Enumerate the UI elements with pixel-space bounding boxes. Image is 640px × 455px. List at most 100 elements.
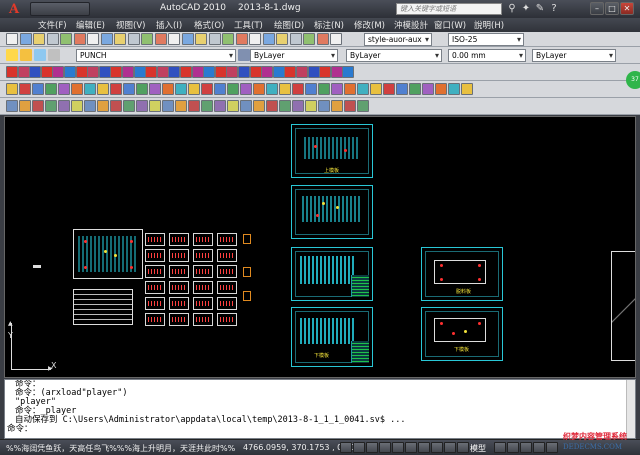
die-tool-24-icon[interactable]: [272, 66, 285, 78]
modify-tool-8-icon[interactable]: [97, 100, 109, 112]
standard-tool-8-icon[interactable]: [100, 33, 113, 45]
standard-tool-1-icon[interactable]: [6, 33, 18, 45]
die-tool-23-icon[interactable]: [261, 66, 274, 78]
modify-tool-16-icon[interactable]: [201, 100, 213, 112]
draw-tool-24-icon[interactable]: [305, 83, 317, 95]
draw-tool-10-icon[interactable]: [123, 83, 135, 95]
command-line[interactable]: 命令： 命令：(arxload"player") "player" 命令：_pl…: [4, 379, 636, 439]
draw-tool-19-icon[interactable]: [240, 83, 252, 95]
part-thumbnail[interactable]: [193, 297, 213, 310]
menu-window[interactable]: 窗口(W): [434, 19, 466, 31]
draw-tool-33-icon[interactable]: [422, 83, 434, 95]
part-thumbnail[interactable]: [169, 233, 189, 246]
die-tool-22-icon[interactable]: [249, 66, 262, 78]
text-style-dropdown[interactable]: style-auor-aux: [364, 33, 432, 46]
help-search-input[interactable]: 键入关键字或短语: [396, 3, 502, 15]
part-thumbnail[interactable]: [145, 313, 165, 326]
layer-manager-icon[interactable]: [6, 49, 18, 61]
part-thumbnail[interactable]: [169, 313, 189, 326]
standard-tool-21-icon[interactable]: [276, 33, 288, 45]
part-thumbnail[interactable]: [193, 249, 213, 262]
die-tool-20-icon[interactable]: [226, 66, 239, 78]
modify-tool-23-icon[interactable]: [292, 100, 304, 112]
dim-style-dropdown[interactable]: ISO-25: [448, 33, 524, 46]
draw-tool-4-icon[interactable]: [45, 83, 57, 95]
menu-edit[interactable]: 编辑(E): [76, 19, 105, 31]
part-thumbnail[interactable]: [217, 281, 237, 294]
die-tool-16-icon[interactable]: [180, 66, 192, 78]
lineweight-dropdown[interactable]: 0.00 mm: [448, 49, 526, 62]
die-tool-27-icon[interactable]: [307, 66, 320, 78]
menu-format[interactable]: 格式(O): [194, 19, 224, 31]
lock-icon[interactable]: [48, 49, 60, 61]
draw-tool-27-icon[interactable]: [344, 83, 356, 95]
part-thumbnail[interactable]: [193, 313, 213, 326]
lightbulb-icon[interactable]: [20, 49, 32, 61]
die-tool-15-icon[interactable]: [168, 66, 181, 78]
quick-access-toolbar[interactable]: [30, 2, 90, 16]
modify-tool-12-icon[interactable]: [149, 100, 161, 112]
die-tool-1-icon[interactable]: [6, 66, 18, 78]
viewport-tool-button[interactable]: [507, 442, 519, 453]
modify-tool-21-icon[interactable]: [266, 100, 278, 112]
modify-tool-20-icon[interactable]: [253, 100, 265, 112]
die-tool-25-icon[interactable]: [284, 66, 297, 78]
part-thumbnail[interactable]: [217, 249, 237, 262]
modify-tool-15-icon[interactable]: [188, 100, 200, 112]
drafting-toggle-button[interactable]: [444, 442, 456, 453]
standard-tool-6-icon[interactable]: [73, 33, 86, 45]
draw-tool-35-icon[interactable]: [448, 83, 460, 95]
viewport-tool-button[interactable]: [520, 442, 532, 453]
draw-tool-8-icon[interactable]: [97, 83, 109, 95]
die-tool-9-icon[interactable]: [98, 66, 111, 78]
part-thumbnail[interactable]: [193, 281, 213, 294]
modify-tool-4-icon[interactable]: [45, 100, 57, 112]
close-button[interactable]: ✕: [620, 2, 634, 15]
binoculars-icon[interactable]: ⚲: [506, 3, 518, 15]
die-tool-29-icon[interactable]: [330, 66, 343, 78]
draw-tool-30-icon[interactable]: [383, 83, 395, 95]
die-tool-17-icon[interactable]: [191, 66, 204, 78]
drawing-canvas[interactable]: 上模板 下模板 脱料板 下模板 Y X ▲ ▶: [4, 116, 636, 378]
plotstyle-dropdown[interactable]: ByLayer: [532, 49, 616, 62]
menu-help[interactable]: 說明(H): [474, 19, 504, 31]
modify-tool-28-icon[interactable]: [357, 100, 369, 112]
draw-tool-23-icon[interactable]: [292, 83, 304, 95]
part-thumbnail[interactable]: [145, 233, 165, 246]
standard-tool-3-icon[interactable]: [33, 33, 45, 45]
die-tool-21-icon[interactable]: [238, 66, 250, 78]
standard-tool-16-icon[interactable]: [208, 33, 221, 45]
die-tool-18-icon[interactable]: [203, 66, 216, 78]
modify-tool-5-icon[interactable]: [58, 100, 70, 112]
modify-tool-2-icon[interactable]: [19, 100, 31, 112]
maximize-button[interactable]: □: [605, 2, 619, 15]
standard-tool-23-icon[interactable]: [303, 33, 315, 45]
modify-tool-1-icon[interactable]: [6, 100, 18, 112]
die-tool-2-icon[interactable]: [17, 66, 30, 78]
menu-file[interactable]: 文件(F): [38, 19, 67, 31]
star-icon[interactable]: ✦: [520, 3, 532, 15]
part-thumbnail[interactable]: [145, 281, 165, 294]
draw-tool-7-icon[interactable]: [84, 83, 96, 95]
drawing-sheet-5[interactable]: 脱料板: [421, 247, 503, 301]
drafting-toggle-button[interactable]: [431, 442, 443, 453]
modify-tool-22-icon[interactable]: [279, 100, 291, 112]
drafting-toggle-button[interactable]: [405, 442, 417, 453]
modify-tool-17-icon[interactable]: [214, 100, 226, 112]
draw-tool-6-icon[interactable]: [71, 83, 83, 95]
standard-tool-2-icon[interactable]: [19, 33, 32, 45]
draw-tool-9-icon[interactable]: [110, 83, 122, 95]
standard-tool-13-icon[interactable]: [168, 33, 180, 45]
modify-tool-24-icon[interactable]: [305, 100, 317, 112]
modify-tool-11-icon[interactable]: [136, 100, 148, 112]
menu-dimension[interactable]: 标注(N): [314, 19, 344, 31]
standard-tool-18-icon[interactable]: [235, 33, 248, 45]
die-tool-13-icon[interactable]: [145, 66, 158, 78]
die-tool-7-icon[interactable]: [75, 66, 88, 78]
command-scrollbar[interactable]: [626, 380, 635, 438]
modify-tool-9-icon[interactable]: [110, 100, 122, 112]
modify-tool-25-icon[interactable]: [318, 100, 330, 112]
command-input[interactable]: 命令：: [5, 425, 635, 434]
draw-tool-3-icon[interactable]: [32, 83, 44, 95]
part-thumbnail[interactable]: [193, 233, 213, 246]
